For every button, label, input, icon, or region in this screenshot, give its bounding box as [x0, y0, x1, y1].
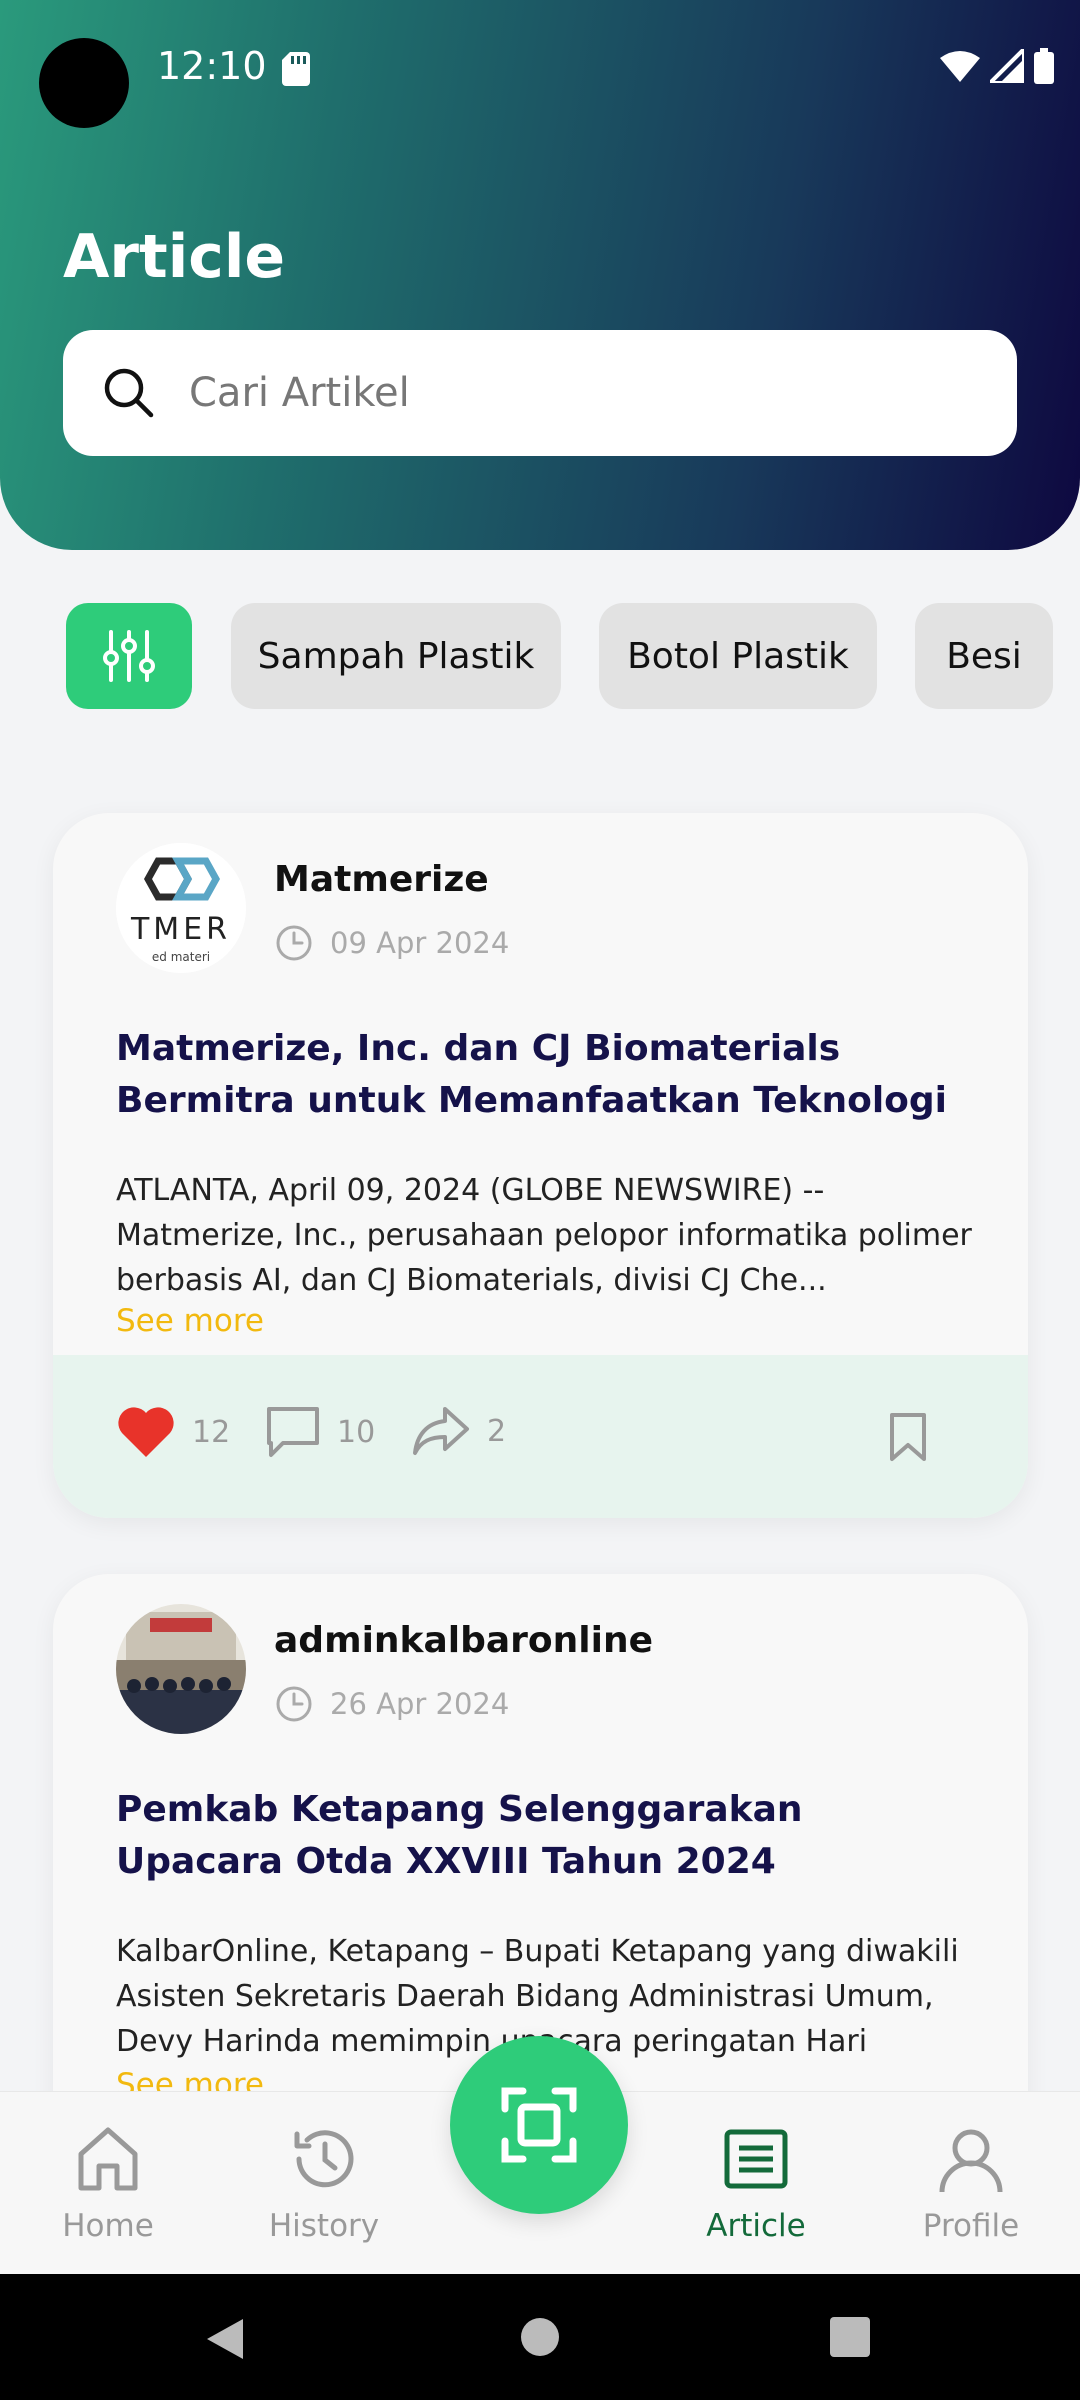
- bookmark-icon[interactable]: [888, 1411, 928, 1463]
- chip-sampah-plastik[interactable]: Sampah Plastik: [231, 603, 561, 709]
- status-icons: [940, 48, 1054, 84]
- search-input[interactable]: [189, 370, 969, 416]
- article-title[interactable]: Matmerize, Inc. dan CJ Biomaterials Berm…: [116, 1023, 976, 1127]
- nav-history-label: History: [268, 2208, 380, 2244]
- scan-icon: [501, 2087, 577, 2163]
- nav-history[interactable]: History: [244, 2122, 404, 2244]
- header: 12:10 Article: [0, 0, 1080, 550]
- system-nav-bar: [0, 2274, 1080, 2400]
- home-circle-icon[interactable]: [520, 2317, 560, 2357]
- signal-icon: [990, 49, 1024, 83]
- comment-count: 10: [337, 1414, 376, 1450]
- author-name: adminkalbaronline: [274, 1620, 654, 1661]
- battery-icon: [1034, 48, 1054, 84]
- like-count: 12: [192, 1414, 231, 1450]
- camera-cutout: [39, 38, 129, 128]
- clock-icon: [276, 1686, 312, 1722]
- status-time: 12:10: [157, 44, 267, 88]
- clock-icon: [276, 925, 312, 961]
- nav-home[interactable]: Home: [28, 2122, 188, 2244]
- share-button[interactable]: 2: [411, 1405, 506, 1457]
- home-icon: [78, 2127, 138, 2191]
- see-more-link[interactable]: See more: [116, 1303, 264, 1339]
- article-date: 26 Apr 2024: [274, 1684, 509, 1724]
- article-title[interactable]: Pemkab Ketapang Selenggarakan Upacara Ot…: [116, 1784, 976, 1888]
- nav-profile-label: Profile: [922, 2208, 1020, 2244]
- heart-icon: [118, 1407, 174, 1457]
- svg-text:ed materi: ed materi: [152, 950, 210, 964]
- article-date: 09 Apr 2024: [274, 923, 509, 963]
- nav-article[interactable]: Article: [676, 2122, 836, 2244]
- comment-icon: [267, 1407, 319, 1457]
- scan-button[interactable]: [450, 2036, 628, 2214]
- search-bar[interactable]: [63, 330, 1017, 456]
- chip-botol-plastik[interactable]: Botol Plastik: [599, 603, 877, 709]
- article-icon: [724, 2129, 788, 2189]
- category-chips: Sampah Plastik Botol Plastik Besi: [0, 603, 1080, 709]
- date-text: 09 Apr 2024: [330, 926, 510, 960]
- share-icon: [413, 1407, 469, 1455]
- profile-icon: [939, 2129, 1003, 2193]
- nav-home-label: Home: [62, 2208, 154, 2244]
- nav-article-label: Article: [706, 2208, 806, 2244]
- nav-profile[interactable]: Profile: [891, 2122, 1051, 2244]
- wifi-icon: [940, 51, 980, 82]
- back-icon[interactable]: [205, 2317, 245, 2361]
- avatar-photo: [116, 1604, 246, 1734]
- date-text: 26 Apr 2024: [330, 1687, 510, 1721]
- matmerize-logo: TMER ed materi: [116, 843, 246, 973]
- author-avatar: [116, 1604, 246, 1734]
- author-avatar: TMER ed materi: [116, 843, 246, 973]
- chip-besi[interactable]: Besi: [915, 603, 1053, 709]
- filter-button[interactable]: [66, 603, 192, 709]
- share-count: 2: [487, 1413, 507, 1449]
- like-button[interactable]: 12: [116, 1405, 230, 1459]
- page-title: Article: [63, 222, 286, 292]
- search-icon: [104, 368, 154, 418]
- recents-icon[interactable]: [830, 2317, 870, 2357]
- author-name: Matmerize: [274, 859, 489, 900]
- sliders-icon: [103, 630, 155, 682]
- sd-card-icon: [282, 52, 310, 86]
- article-actions: 12 10 2: [53, 1355, 1028, 1518]
- svg-text:TMER: TMER: [130, 912, 231, 947]
- article-card[interactable]: TMER ed materi Matmerize 09 Apr 2024 Mat…: [53, 813, 1028, 1518]
- history-icon: [294, 2130, 354, 2188]
- comment-button[interactable]: 10: [265, 1405, 375, 1459]
- status-bar: 12:10: [0, 0, 1080, 135]
- article-excerpt: ATLANTA, April 09, 2024 (GLOBE NEWSWIRE)…: [116, 1173, 972, 1298]
